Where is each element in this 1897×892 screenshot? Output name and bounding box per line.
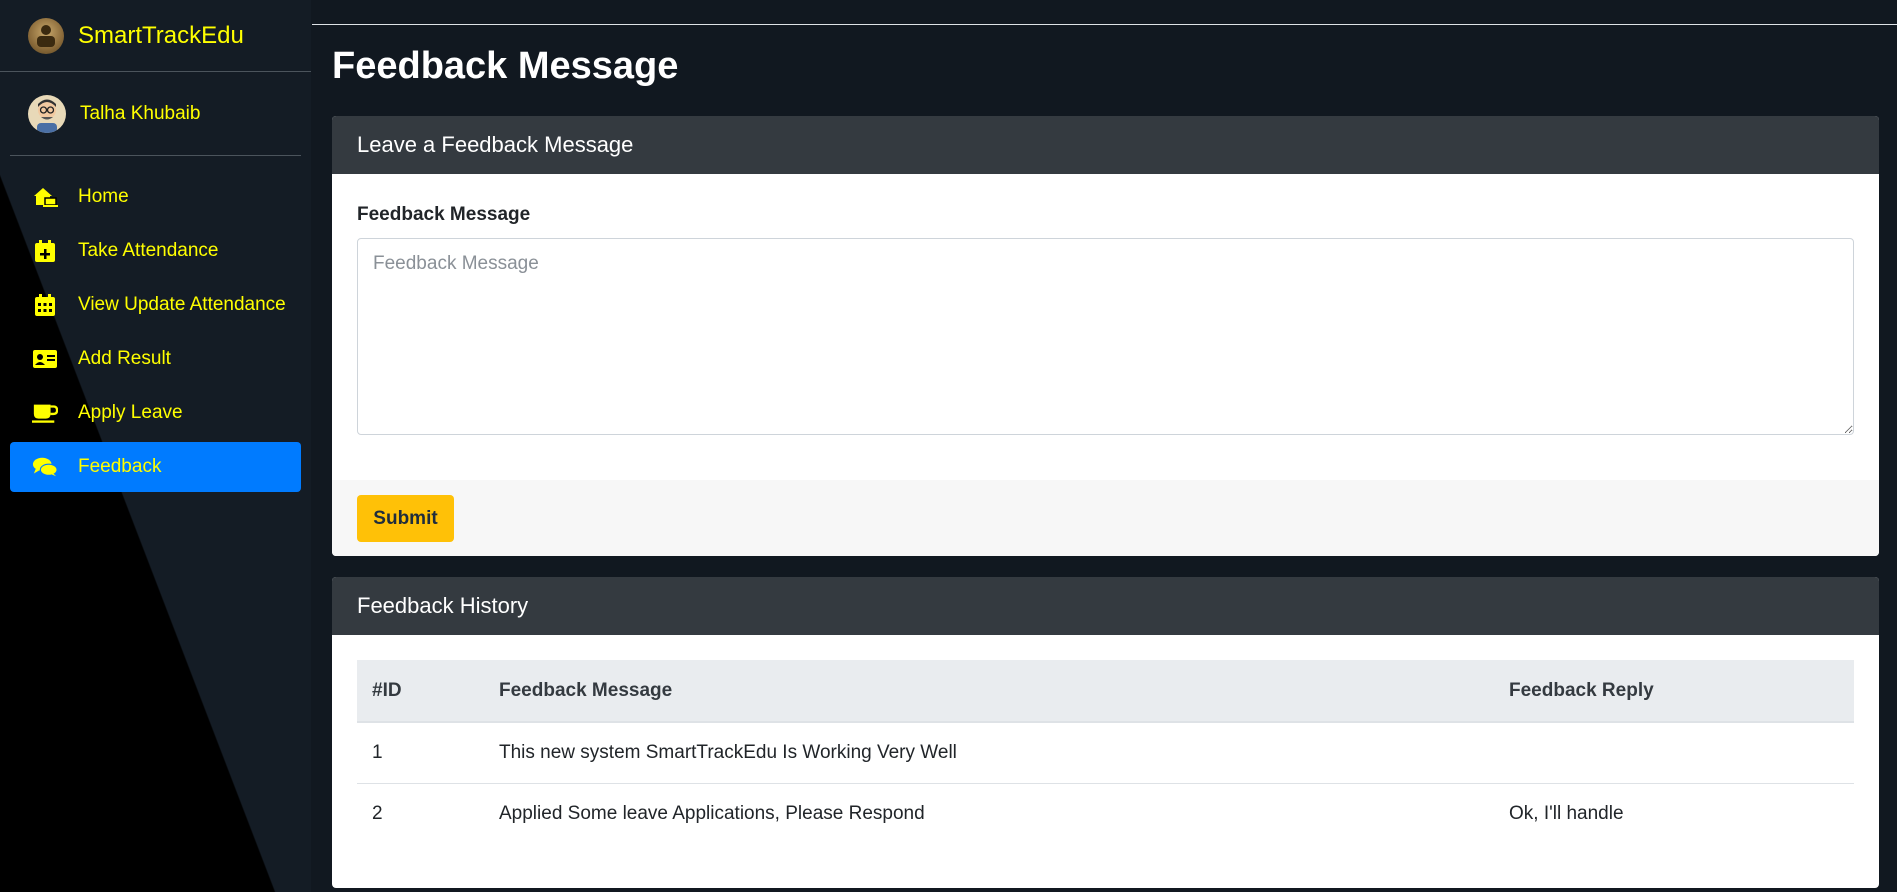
sidebar-item-feedback[interactable]: Feedback [10, 442, 301, 492]
column-header-id: #ID [357, 660, 484, 723]
comments-icon [32, 454, 58, 480]
sidebar-item-label: Feedback [78, 456, 162, 477]
brand-logo-icon [28, 17, 64, 54]
cell-id: 1 [357, 722, 484, 784]
sidebar-item-apply-leave[interactable]: Apply Leave [10, 388, 301, 438]
cell-id: 2 [372, 802, 383, 824]
sidebar-item-label: Home [78, 186, 129, 207]
feedback-history-card-body: #ID Feedback Message Feedback Reply 1 Th… [332, 660, 1879, 844]
submit-button[interactable]: Submit [357, 495, 454, 542]
table-header-row: #ID Feedback Message Feedback Reply [357, 660, 1854, 723]
cell-feedback-reply: Ok, I'll handle [1509, 802, 1624, 824]
home-laptop-icon [32, 184, 58, 210]
coffee-cup-icon [32, 400, 58, 426]
feedback-message-textarea[interactable] [357, 238, 1854, 435]
brand-text: SmartTrackEdu [78, 21, 244, 49]
table-row: 2 Applied Some leave Applications, Pleas… [357, 783, 1854, 844]
cell-feedback-message: Applied Some leave Applications, Please … [499, 802, 925, 824]
id-card-icon [32, 346, 58, 372]
column-header-feedback-message: Feedback Message [484, 660, 1494, 723]
cell-feedback-reply [1494, 722, 1854, 784]
column-header-feedback-reply: Feedback Reply [1494, 660, 1854, 723]
sidebar-item-label: Apply Leave [78, 402, 183, 423]
calendar-grid-icon [32, 292, 58, 318]
sidebar-item-label: View Update Attendance [78, 294, 286, 315]
brand-link[interactable]: SmartTrackEdu [0, 0, 311, 72]
feedback-form-card-header: Leave a Feedback Message [332, 116, 1879, 174]
feedback-message-label: Feedback Message [357, 204, 531, 225]
feedback-history-table: #ID Feedback Message Feedback Reply 1 Th… [357, 660, 1854, 844]
content-wrapper: Feedback Message Leave a Feedback Messag… [312, 25, 1897, 892]
user-name: Talha Khubaib [80, 102, 201, 124]
feedback-form-card-footer: Submit [332, 480, 1879, 556]
sidebar-item-view-update-attendance[interactable]: View Update Attendance [10, 280, 301, 330]
feedback-history-card-header: Feedback History [332, 577, 1879, 635]
feedback-form-card-body: Feedback Message [332, 204, 1879, 435]
user-panel[interactable]: Talha Khubaib [10, 72, 301, 156]
feedback-form-card: Leave a Feedback Message Feedback Messag… [332, 116, 1879, 556]
page-title: Feedback Message [332, 45, 679, 87]
sidebar-item-label: Add Result [78, 348, 171, 369]
sidebar-item-add-result[interactable]: Add Result [10, 334, 301, 384]
sidebar: SmartTrackEdu Talha Khubaib Home Take At… [0, 0, 311, 892]
sidebar-item-take-attendance[interactable]: Take Attendance [10, 226, 301, 276]
sidebar-item-label: Take Attendance [78, 240, 219, 261]
sidebar-nav: Home Take Attendance View Update Attenda… [0, 172, 311, 492]
calendar-plus-icon [32, 238, 58, 264]
table-row: 1 This new system SmartTrackEdu Is Worki… [357, 722, 1854, 784]
top-navbar [312, 0, 1897, 24]
feedback-history-card: Feedback History #ID Feedback Message Fe… [332, 577, 1879, 888]
cell-feedback-message: This new system SmartTrackEdu Is Working… [484, 722, 1494, 784]
avatar [28, 94, 66, 133]
sidebar-item-home[interactable]: Home [10, 172, 301, 222]
